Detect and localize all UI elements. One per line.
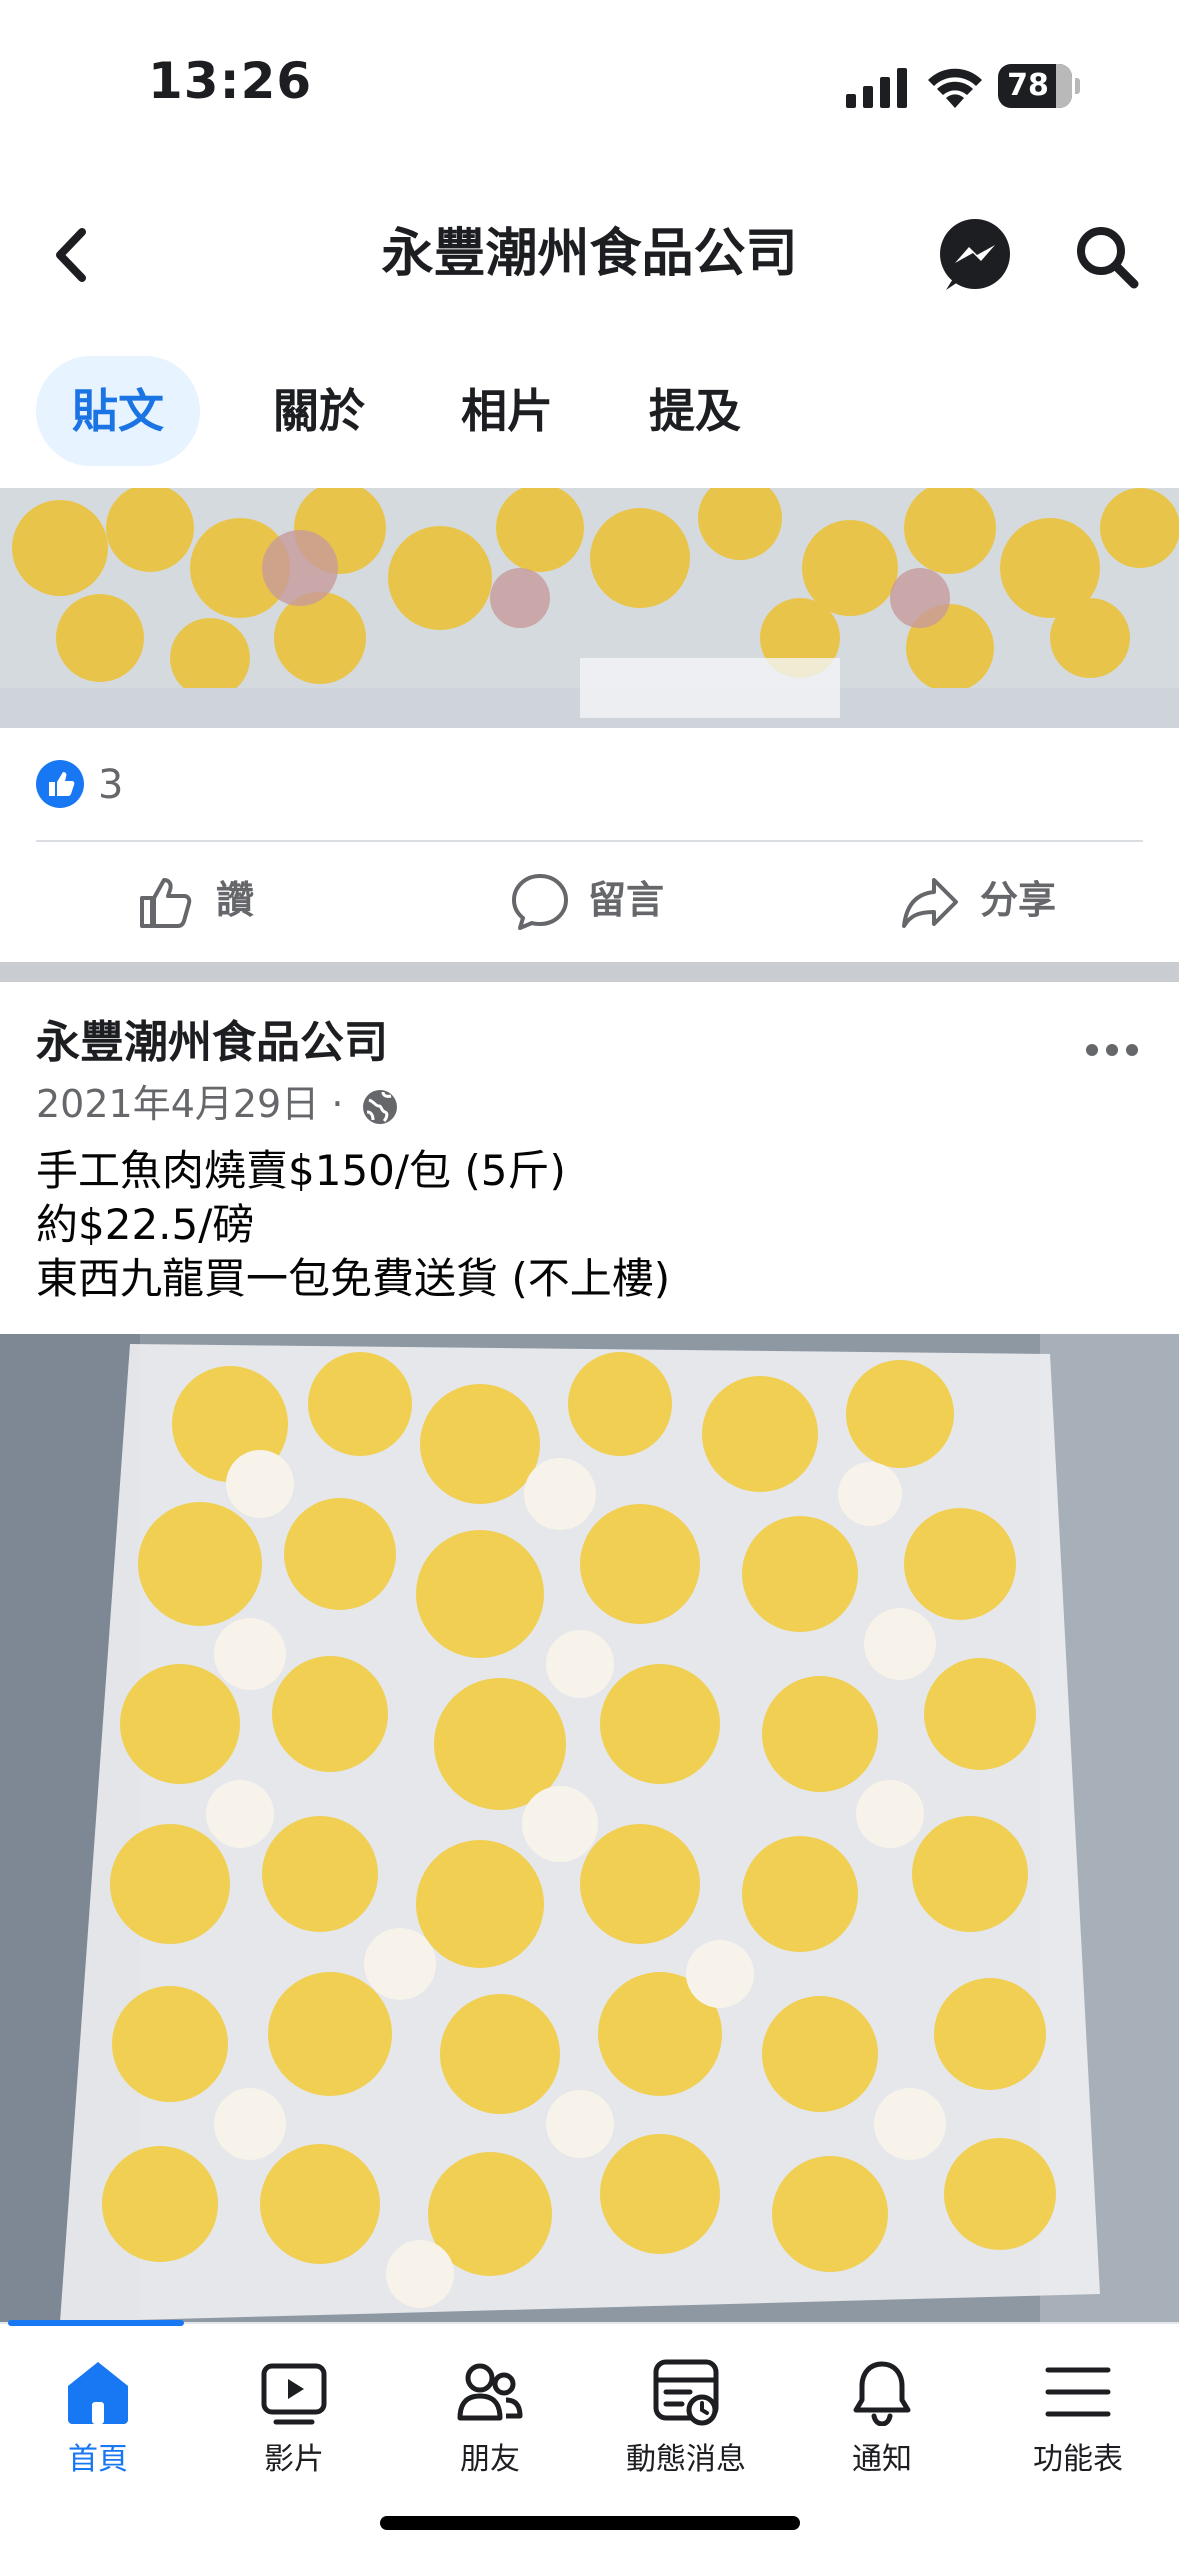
previous-post-photo[interactable] [0, 488, 1179, 728]
home-indicator[interactable] [380, 2516, 800, 2530]
tabbar-item-menu[interactable]: 功能表 [980, 2350, 1176, 2500]
post-photo[interactable] [0, 1334, 1179, 2322]
tabbar-label-feed: 動態消息 [626, 2442, 746, 2477]
like-label: 讚 [216, 878, 255, 922]
tabbar-label-video: 影片 [264, 2442, 324, 2477]
post-line: 東西九龍買一包免費送貨 (不上樓) [36, 1254, 671, 1303]
battery-level: 78 [1007, 68, 1049, 103]
comment-button[interactable]: 留言 [510, 864, 710, 936]
tabbar-label-menu: 功能表 [1033, 2442, 1123, 2477]
comment-icon [512, 874, 568, 930]
wifi-icon [928, 68, 982, 108]
tab-posts[interactable]: 貼文 [36, 356, 200, 466]
post-timestamp[interactable]: 2021年4月29日 · [36, 1076, 399, 1132]
tabbar-item-feed[interactable]: 動態消息 [588, 2350, 784, 2500]
globe-icon [363, 1089, 398, 1124]
tabbar-item-friends[interactable]: 朋友 [392, 2350, 588, 2500]
tab-photos[interactable]: 相片 [432, 356, 582, 466]
tabbar-item-home[interactable]: 首頁 [0, 2350, 196, 2500]
menu-icon [1045, 2367, 1111, 2417]
comment-label: 留言 [588, 878, 665, 922]
battery-icon: 78 [998, 64, 1080, 108]
divider [36, 840, 1143, 842]
search-icon[interactable] [1072, 222, 1142, 292]
tabbar-label-friends: 朋友 [460, 2442, 520, 2477]
bell-icon [853, 2361, 911, 2426]
share-button[interactable]: 分享 [900, 864, 1100, 936]
home-icon [68, 2362, 128, 2424]
more-options-icon[interactable] [1084, 1030, 1140, 1070]
post-line: 手工魚肉燒賣$150/包 (5斤) [36, 1146, 566, 1195]
post-body: 手工魚肉燒賣$150/包 (5斤) 約$22.5/磅 東西九龍買一包免費送貨 (… [36, 1144, 670, 1306]
thumbs-up-icon [140, 878, 192, 928]
tab-mentions[interactable]: 提及 [620, 356, 770, 466]
status-time: 13:26 [148, 52, 313, 110]
tabbar-label-home: 首頁 [68, 2442, 128, 2477]
like-reaction-icon [36, 760, 84, 808]
post-line: 約$22.5/磅 [36, 1200, 255, 1249]
post-date: 2021年4月29日 · [36, 1082, 356, 1126]
video-icon [261, 2363, 327, 2425]
tabbar-item-notifications[interactable]: 通知 [784, 2350, 980, 2500]
tabbar-label-notifications: 通知 [852, 2442, 912, 2477]
like-button[interactable]: 讚 [136, 864, 296, 936]
tabbar-item-video[interactable]: 影片 [196, 2350, 392, 2500]
active-tab-indicator [8, 2320, 184, 2326]
messenger-icon[interactable] [938, 218, 1012, 292]
post-author[interactable]: 永豐潮州食品公司 [36, 1010, 388, 1076]
signal-icon [846, 68, 907, 108]
reaction-count: 3 [98, 762, 124, 808]
tab-about[interactable]: 關於 [244, 356, 394, 466]
share-icon [902, 878, 958, 928]
friends-icon [457, 2363, 523, 2421]
share-label: 分享 [980, 878, 1057, 922]
post-separator [0, 962, 1179, 982]
feed-icon [653, 2359, 719, 2426]
